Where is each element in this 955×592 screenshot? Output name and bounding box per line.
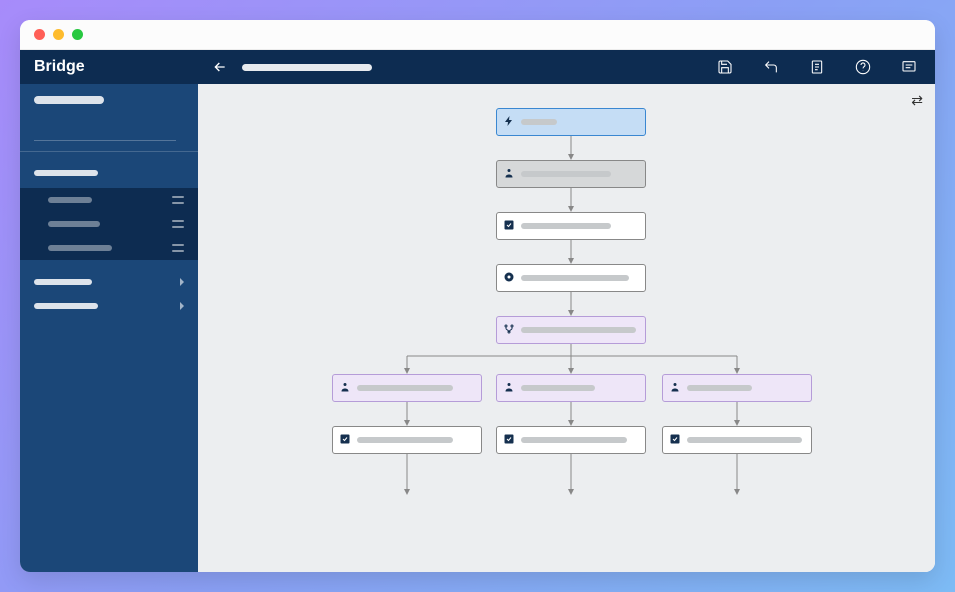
node-label (687, 385, 752, 391)
person-icon (339, 381, 351, 396)
chevron-right-icon (180, 278, 184, 286)
flow-node-c2[interactable] (496, 426, 646, 454)
sidebar-group-active[interactable] (20, 162, 198, 184)
sidebar-item-3[interactable] (20, 236, 198, 260)
flow-diagram (198, 84, 935, 572)
check-square-icon (669, 433, 681, 448)
check-square-icon (503, 219, 515, 234)
node-label (521, 223, 611, 229)
sidebar-menu-2[interactable] (20, 294, 198, 318)
flow-node-c1[interactable] (332, 426, 482, 454)
sidebar: Bridge (20, 50, 198, 572)
window-titlebar (20, 20, 935, 50)
person-icon (503, 167, 515, 182)
flow-node-n5[interactable] (496, 316, 646, 344)
sidebar-search (20, 124, 198, 152)
app-body: Bridge (20, 50, 935, 572)
document-button[interactable] (805, 55, 829, 79)
node-label (521, 171, 611, 177)
bolt-icon (503, 115, 515, 130)
node-label (687, 437, 802, 443)
minimize-window-button[interactable] (53, 29, 64, 40)
node-label (521, 385, 595, 391)
flow-node-n2[interactable] (496, 160, 646, 188)
check-square-icon (339, 433, 351, 448)
node-label (357, 385, 453, 391)
sidebar-item-1[interactable] (20, 188, 198, 212)
sidebar-section-header (20, 84, 198, 124)
flow-canvas[interactable]: ⇄ (198, 84, 935, 572)
node-label (521, 327, 636, 333)
drag-handle-icon (172, 244, 184, 252)
flow-node-b2[interactable] (496, 374, 646, 402)
comment-button[interactable] (897, 55, 921, 79)
drag-handle-icon (172, 196, 184, 204)
node-label (521, 119, 557, 125)
flow-node-b1[interactable] (332, 374, 482, 402)
circle-dot-icon (503, 271, 515, 286)
sidebar-section-label (34, 96, 104, 104)
sidebar-menu-1[interactable] (20, 270, 198, 294)
flow-node-n1[interactable] (496, 108, 646, 136)
flow-node-c3[interactable] (662, 426, 812, 454)
app-window: Bridge (20, 20, 935, 572)
page-title (242, 64, 372, 71)
flow-node-n3[interactable] (496, 212, 646, 240)
brand: Bridge (20, 50, 198, 84)
branch-icon (503, 323, 515, 338)
save-button[interactable] (713, 55, 737, 79)
node-label (521, 437, 627, 443)
chevron-right-icon (180, 302, 184, 310)
node-label (521, 275, 629, 281)
maximize-window-button[interactable] (72, 29, 83, 40)
main-area: ⇄ (198, 50, 935, 572)
help-button[interactable] (851, 55, 875, 79)
node-label (357, 437, 453, 443)
person-icon (503, 381, 515, 396)
search-input[interactable] (34, 124, 176, 141)
check-square-icon (503, 433, 515, 448)
drag-handle-icon (172, 220, 184, 228)
flow-node-n4[interactable] (496, 264, 646, 292)
back-button[interactable] (212, 59, 228, 75)
topbar (198, 50, 935, 84)
undo-button[interactable] (759, 55, 783, 79)
person-icon (669, 381, 681, 396)
close-window-button[interactable] (34, 29, 45, 40)
sidebar-item-2[interactable] (20, 212, 198, 236)
flow-node-b3[interactable] (662, 374, 812, 402)
